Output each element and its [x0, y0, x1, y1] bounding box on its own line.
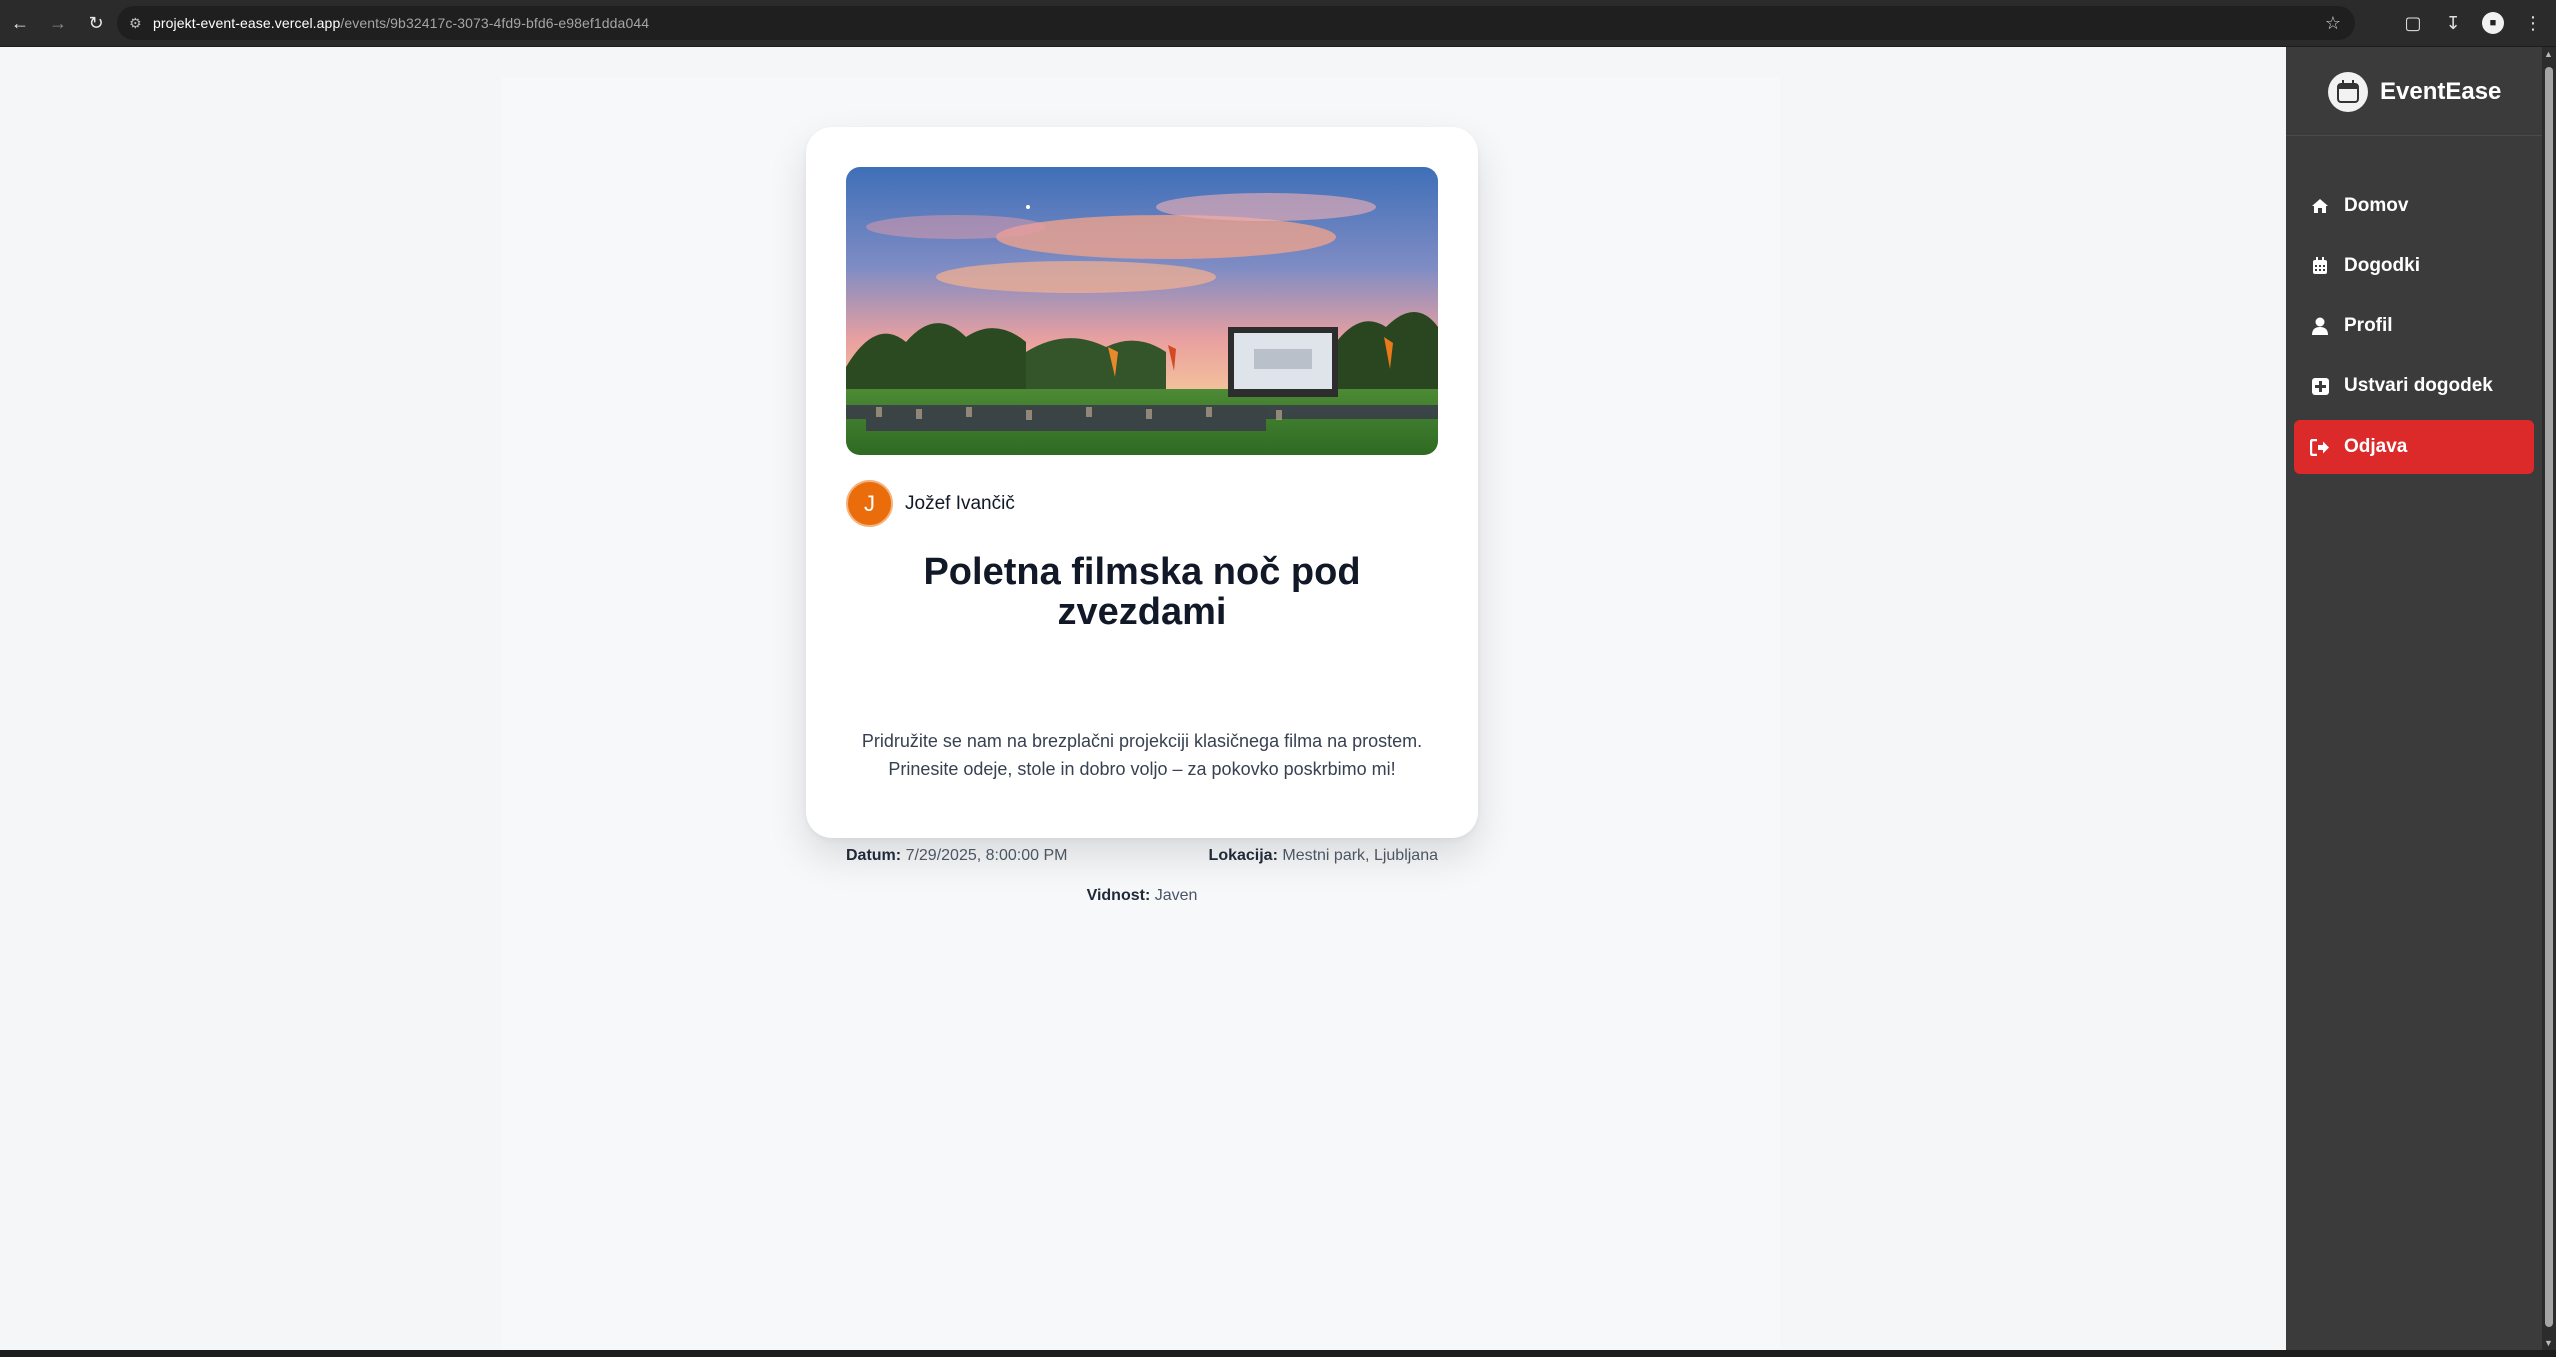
- scroll-up-icon[interactable]: ▲: [2544, 49, 2553, 59]
- sign-out-icon: [2310, 437, 2330, 457]
- profile-avatar-icon[interactable]: ■: [2482, 12, 2504, 34]
- brand-name: EventEase: [2380, 78, 2502, 105]
- window-bottom-edge: [0, 1350, 2556, 1357]
- event-description: Pridružite se nam na brezplačni projekci…: [861, 731, 1423, 779]
- event-meta: Datum: 7/29/2025, 8:00:00 PM Lokacija: M…: [846, 847, 1438, 865]
- event-date: Datum: 7/29/2025, 8:00:00 PM: [846, 847, 1068, 864]
- user-icon: [2310, 316, 2330, 336]
- address-bar[interactable]: ⚙ projekt-event-ease.vercel.app/events/9…: [117, 6, 2355, 40]
- event-card: J Jožef Ivančič Poletna filmska noč pod …: [806, 127, 1478, 904]
- sidebar-item-profil[interactable]: Profil: [2294, 300, 2534, 352]
- brand[interactable]: EventEase: [2328, 71, 2501, 113]
- sidebar-item-ustvari-dogodek[interactable]: Ustvari dogodek: [2294, 360, 2534, 412]
- event-author: J Jožef Ivančič: [846, 480, 1015, 527]
- sidebar-item-domov[interactable]: Domov: [2294, 180, 2534, 232]
- sidebar-item-label: Ustvari dogodek: [2344, 375, 2493, 396]
- sidebar: EventEase Domov Dogodki Profil Ustvari d…: [2286, 47, 2542, 1350]
- page-viewport: J Jožef Ivančič Poletna filmska noč pod …: [0, 47, 2286, 1350]
- event-location: Lokacija: Mestni park, Ljubljana: [1208, 847, 1438, 864]
- sidebar-item-label: Domov: [2344, 195, 2409, 216]
- event-image: [846, 167, 1438, 455]
- logout-button[interactable]: Odjava: [2294, 420, 2534, 474]
- browser-toolbar: ← → ↻ ⚙ projekt-event-ease.vercel.app/ev…: [0, 0, 2556, 47]
- event-title: Poletna filmska noč pod zvezdami: [923, 551, 1361, 633]
- reload-icon[interactable]: ↻: [78, 5, 114, 41]
- scroll-down-icon[interactable]: ▼: [2544, 1338, 2553, 1348]
- forward-icon[interactable]: →: [40, 5, 76, 41]
- author-name: Jožef Ivančič: [905, 492, 1015, 514]
- page-scrollbar[interactable]: ▲ ▼: [2542, 47, 2556, 1350]
- sidebar-item-label: Odjava: [2344, 436, 2408, 457]
- home-icon: [2310, 196, 2330, 216]
- more-menu-icon[interactable]: ⋮: [2522, 13, 2544, 34]
- download-icon[interactable]: ↧: [2442, 13, 2464, 34]
- site-info-icon[interactable]: ⚙: [129, 15, 153, 32]
- scrollbar-thumb[interactable]: [2545, 67, 2553, 1327]
- back-icon[interactable]: ←: [2, 5, 38, 41]
- bookmark-star-icon[interactable]: ☆: [2325, 13, 2341, 34]
- calendar-icon: [2310, 256, 2330, 276]
- logo-icon: [2328, 72, 2368, 112]
- event-visibility: Vidnost: Javen: [1086, 887, 1198, 904]
- divider: [2286, 135, 2542, 136]
- extensions-icon[interactable]: ▢: [2402, 13, 2424, 34]
- plus-square-icon: [2310, 376, 2330, 396]
- sidebar-item-label: Profil: [2344, 315, 2393, 336]
- url-text: projekt-event-ease.vercel.app/events/9b3…: [153, 15, 650, 31]
- sidebar-item-label: Dogodki: [2344, 255, 2420, 276]
- avatar: J: [846, 480, 893, 527]
- sidebar-item-dogodki[interactable]: Dogodki: [2294, 240, 2534, 292]
